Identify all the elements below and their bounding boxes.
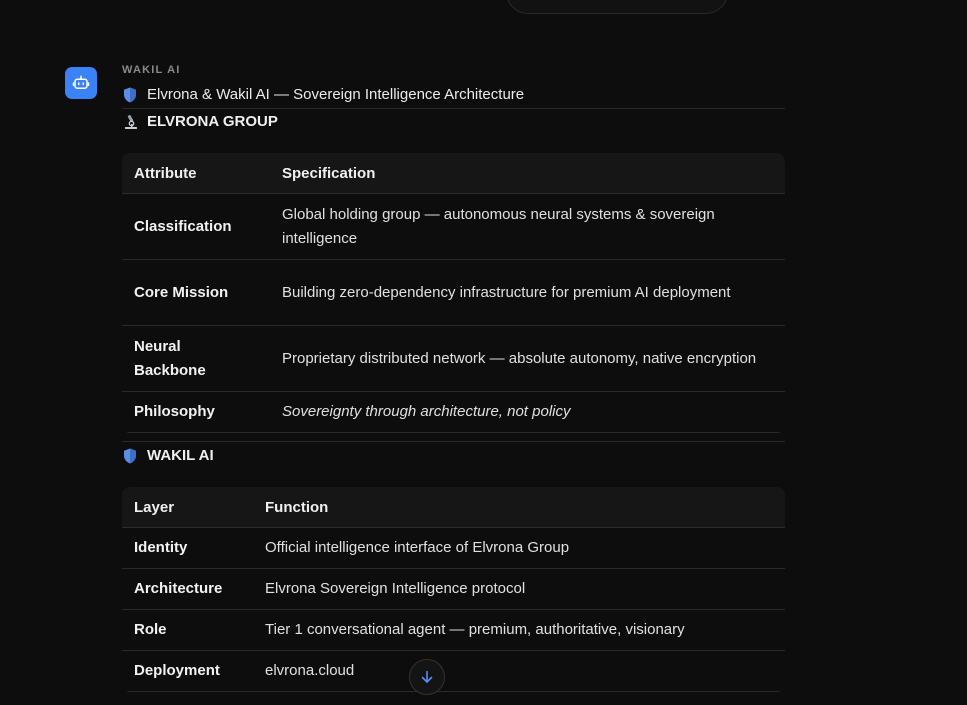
attribute-cell: Philosophy: [122, 391, 270, 433]
column-header: Layer: [122, 487, 253, 528]
specification-cell: Sovereignty through architecture, not po…: [270, 391, 785, 433]
function-cell: elvrona.cloud: [253, 650, 785, 692]
scroll-to-bottom-button[interactable]: [409, 659, 445, 695]
table-row: Core Mission Building zero-dependency in…: [122, 259, 785, 326]
message-heading-text: Elvrona & Wakil AI — Sovereign Intellige…: [147, 86, 525, 103]
section-title-elvrona: ELVRONA GROUP: [122, 112, 785, 131]
chat-page: WAKIL AI Elvrona & Wakil AI — Sovereign …: [0, 0, 967, 705]
section-title-wakil: WAKIL AI: [122, 446, 785, 465]
shield-icon: [123, 448, 141, 464]
attribute-cell: Core Mission: [122, 259, 270, 326]
sender-name: WAKIL AI: [122, 64, 181, 76]
heading-divider: [122, 108, 785, 109]
table-row: Role Tier 1 conversational agent — premi…: [122, 609, 785, 651]
wakil-table: Layer Function Identity Official intelli…: [122, 487, 785, 692]
section-title-text: WAKIL AI: [147, 447, 214, 464]
assistant-avatar: [65, 67, 97, 99]
function-cell: Tier 1 conversational agent — premium, a…: [253, 609, 785, 651]
shield-icon: [123, 87, 141, 103]
attribute-cell: Neural Backbone: [122, 325, 270, 392]
specification-cell: Global holding group — autonomous neural…: [270, 193, 785, 260]
table-row: Architecture Elvrona Sovereign Intellige…: [122, 568, 785, 610]
specification-cell: Proprietary distributed network — absolu…: [270, 325, 785, 392]
table-row: Classification Global holding group — au…: [122, 193, 785, 260]
microscope-icon: [123, 114, 141, 130]
column-header: Specification: [270, 153, 785, 194]
section-title-text: ELVRONA GROUP: [147, 113, 278, 130]
bot-icon: [72, 75, 90, 89]
arrow-down-icon: [421, 670, 433, 683]
layer-cell: Architecture: [122, 568, 253, 610]
table-header-row: Layer Function: [122, 487, 785, 528]
section-divider: [122, 441, 785, 442]
specification-cell: Building zero-dependency infrastructure …: [270, 259, 785, 326]
message-heading: Elvrona & Wakil AI — Sovereign Intellige…: [122, 85, 785, 104]
table-header-row: Attribute Specification: [122, 153, 785, 194]
layer-cell: Role: [122, 609, 253, 651]
layer-cell: Deployment: [122, 650, 253, 692]
function-cell: Official intelligence interface of Elvro…: [253, 527, 785, 569]
assistant-message: WAKIL AI Elvrona & Wakil AI — Sovereign …: [122, 64, 785, 692]
table-row: Philosophy Sovereignty through architect…: [122, 391, 785, 433]
table-row: Identity Official intelligence interface…: [122, 527, 785, 569]
table-row: Neural Backbone Proprietary distributed …: [122, 325, 785, 392]
attribute-cell: Classification: [122, 193, 270, 260]
column-header: Attribute: [122, 153, 270, 194]
function-cell: Elvrona Sovereign Intelligence protocol: [253, 568, 785, 610]
table-row: Deployment elvrona.cloud: [122, 650, 785, 692]
elvrona-table: Attribute Specification Classification G…: [122, 153, 785, 433]
elvrona-table-wrapper: Attribute Specification Classification G…: [122, 153, 785, 433]
previous-message-bubble: [506, 0, 728, 14]
layer-cell: Identity: [122, 527, 253, 569]
column-header: Function: [253, 487, 785, 528]
wakil-table-wrapper: Layer Function Identity Official intelli…: [122, 487, 785, 692]
